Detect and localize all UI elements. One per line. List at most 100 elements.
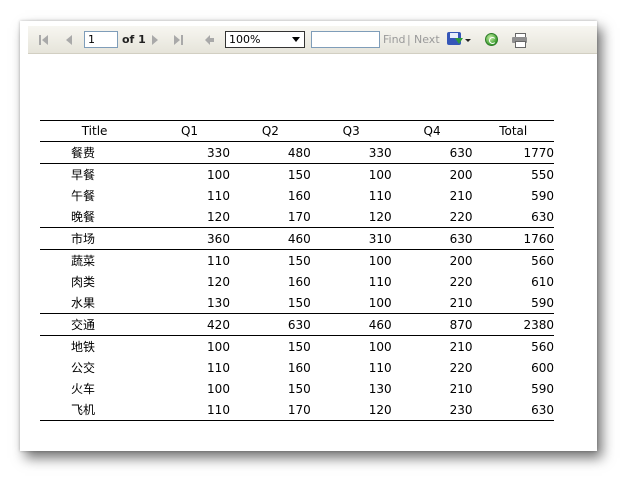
value-cell: 560 bbox=[531, 339, 554, 354]
group-row: 市场 360 460 310 630 1760 bbox=[40, 227, 554, 250]
value-cell: 630 bbox=[391, 141, 473, 164]
value-cell: 870 bbox=[391, 313, 473, 336]
value-cell: 150 bbox=[287, 381, 311, 396]
first-page-icon[interactable] bbox=[39, 35, 48, 45]
report-table-body: 餐费 330 480 330 630 1770 早餐 100 150 100 200 550 午餐 110… bbox=[40, 141, 554, 421]
table-header-row: Title Q1 Q2 Q3 Q4 Total bbox=[40, 120, 554, 142]
column-header-q3: Q3 bbox=[310, 120, 392, 142]
column-header-q1: Q1 bbox=[149, 120, 230, 142]
value-cell: 220 bbox=[449, 360, 473, 375]
find-link[interactable]: Find bbox=[383, 31, 406, 48]
row-title-cell: 早餐 bbox=[71, 168, 96, 182]
back-to-parent-icon[interactable] bbox=[205, 35, 214, 45]
value-cell: 420 bbox=[149, 313, 230, 336]
report-toolbar: 1 of 1 100% Find | Next bbox=[28, 26, 597, 54]
value-cell: 460 bbox=[229, 227, 311, 250]
value-cell: 200 bbox=[449, 167, 473, 182]
value-cell: 110 bbox=[368, 360, 392, 375]
value-cell: 130 bbox=[207, 295, 230, 310]
value-cell: 590 bbox=[531, 381, 554, 396]
page-number-input[interactable]: 1 bbox=[84, 31, 118, 48]
value-cell: 210 bbox=[449, 339, 473, 354]
value-cell: 590 bbox=[531, 188, 554, 203]
table-row: 蔬菜 110 150 100 200 560 bbox=[40, 250, 554, 272]
value-cell: 460 bbox=[310, 313, 392, 336]
report-viewer: 1 of 1 100% Find | Next Title Q1 Q2 Q3 Q… bbox=[20, 21, 597, 451]
value-cell: 110 bbox=[207, 360, 230, 375]
value-cell: 330 bbox=[149, 141, 230, 164]
find-next-separator: | bbox=[407, 33, 411, 46]
value-cell: 210 bbox=[449, 295, 473, 310]
value-cell: 590 bbox=[531, 295, 554, 310]
export-save-icon[interactable] bbox=[447, 32, 463, 45]
report-table: Title Q1 Q2 Q3 Q4 Total 餐费 330 480 330 630 17… bbox=[40, 120, 554, 421]
row-title-cell: 飞机 bbox=[40, 399, 150, 421]
table-row: 飞机 110 170 120 230 630 bbox=[40, 399, 554, 421]
value-cell: 100 bbox=[368, 339, 392, 354]
column-header-q4: Q4 bbox=[391, 120, 473, 142]
value-cell: 100 bbox=[207, 381, 230, 396]
find-text-input[interactable] bbox=[311, 31, 380, 48]
group-row: 交通 420 630 460 870 2380 bbox=[40, 313, 554, 336]
table-row: 公交 110 160 110 220 600 bbox=[40, 357, 554, 378]
value-cell: 100 bbox=[368, 167, 392, 182]
zoom-select[interactable]: 100% bbox=[225, 31, 305, 48]
previous-page-icon[interactable] bbox=[66, 35, 72, 45]
last-page-icon[interactable] bbox=[174, 35, 183, 45]
row-title-cell: 蔬菜 bbox=[71, 254, 96, 268]
zoom-value: 100% bbox=[229, 33, 261, 46]
value-cell: 150 bbox=[287, 339, 311, 354]
chevron-down-icon[interactable] bbox=[290, 34, 302, 45]
row-title-cell: 肉类 bbox=[71, 275, 96, 289]
table-row: 早餐 100 150 100 200 550 bbox=[40, 164, 554, 186]
value-cell: 230 bbox=[391, 399, 473, 421]
value-cell: 310 bbox=[310, 227, 392, 250]
row-title-cell: 交通 bbox=[40, 313, 150, 336]
value-cell: 170 bbox=[287, 209, 311, 224]
value-cell: 150 bbox=[287, 295, 311, 310]
value-cell: 130 bbox=[368, 381, 392, 396]
value-cell: 100 bbox=[207, 167, 230, 182]
value-cell: 100 bbox=[368, 295, 392, 310]
row-title-cell: 火车 bbox=[71, 382, 96, 396]
next-page-icon[interactable] bbox=[152, 35, 158, 45]
value-cell: 360 bbox=[149, 227, 230, 250]
value-cell: 110 bbox=[149, 399, 230, 421]
value-cell: 630 bbox=[531, 209, 554, 224]
value-cell: 110 bbox=[368, 188, 392, 203]
group-row: 餐费 330 480 330 630 1770 bbox=[40, 141, 554, 164]
value-cell: 210 bbox=[449, 381, 473, 396]
row-title-cell: 晚餐 bbox=[71, 210, 96, 224]
value-cell: 120 bbox=[207, 209, 230, 224]
value-cell: 110 bbox=[207, 188, 230, 203]
row-title-cell: 地铁 bbox=[71, 340, 96, 354]
value-cell: 160 bbox=[287, 274, 311, 289]
row-title-cell: 餐费 bbox=[40, 141, 150, 164]
next-link[interactable]: Next bbox=[414, 31, 440, 48]
value-cell: 220 bbox=[449, 209, 473, 224]
value-cell: 100 bbox=[207, 339, 230, 354]
value-cell: 550 bbox=[531, 167, 554, 182]
value-cell: 160 bbox=[287, 360, 311, 375]
value-cell: 1770 bbox=[472, 141, 554, 164]
refresh-icon[interactable] bbox=[485, 33, 498, 46]
column-header-title: Title bbox=[40, 120, 150, 142]
value-cell: 170 bbox=[229, 399, 311, 421]
table-row: 午餐 110 160 110 210 590 bbox=[40, 185, 554, 206]
print-icon[interactable] bbox=[512, 33, 527, 48]
value-cell: 120 bbox=[310, 399, 392, 421]
value-cell: 600 bbox=[531, 360, 554, 375]
row-title-cell: 市场 bbox=[40, 227, 150, 250]
value-cell: 120 bbox=[207, 274, 230, 289]
column-header-q2: Q2 bbox=[229, 120, 311, 142]
value-cell: 150 bbox=[287, 253, 311, 268]
value-cell: 110 bbox=[368, 274, 392, 289]
column-header-total: Total bbox=[472, 120, 554, 142]
table-row: 肉类 120 160 110 220 610 bbox=[40, 271, 554, 292]
value-cell: 160 bbox=[287, 188, 311, 203]
value-cell: 150 bbox=[287, 167, 311, 182]
value-cell: 630 bbox=[472, 399, 554, 421]
value-cell: 1760 bbox=[472, 227, 554, 250]
table-row: 水果 130 150 100 210 590 bbox=[40, 292, 554, 314]
export-dropdown-icon[interactable] bbox=[465, 39, 471, 42]
